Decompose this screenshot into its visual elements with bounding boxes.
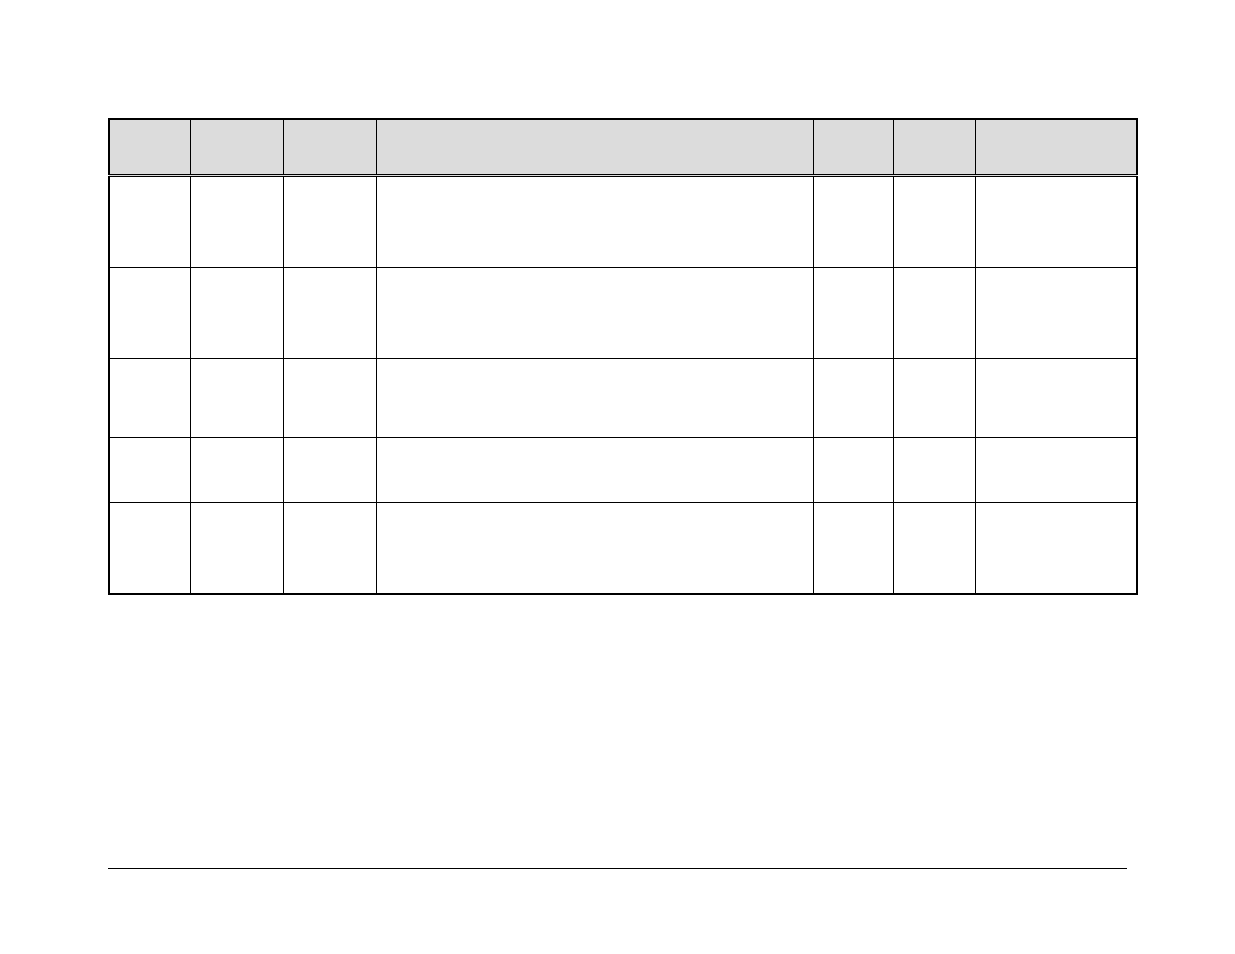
table-cell (975, 176, 1137, 268)
table-row (109, 359, 1137, 438)
table-header-cell (109, 119, 191, 176)
table-cell (284, 359, 377, 438)
table-cell (191, 503, 284, 595)
table-cell (109, 503, 191, 595)
table-cell (191, 438, 284, 503)
table-cell (975, 503, 1137, 595)
table-cell (893, 438, 975, 503)
table-cell (893, 503, 975, 595)
table-header-cell (284, 119, 377, 176)
page (0, 0, 1235, 954)
table-cell (814, 176, 894, 268)
footer-divider (108, 868, 1127, 869)
table-row (109, 503, 1137, 595)
table-cell (814, 438, 894, 503)
table-cell (191, 176, 284, 268)
table-cell (814, 268, 894, 359)
table-container (108, 118, 1138, 595)
table-header-cell (893, 119, 975, 176)
table-cell (284, 438, 377, 503)
table-cell (376, 438, 813, 503)
table-cell (893, 268, 975, 359)
table-row (109, 438, 1137, 503)
table-cell (109, 359, 191, 438)
table-row (109, 268, 1137, 359)
table-cell (975, 438, 1137, 503)
table-cell (284, 268, 377, 359)
table-cell (191, 359, 284, 438)
table-cell (814, 359, 894, 438)
table-header-cell (814, 119, 894, 176)
table-cell (893, 359, 975, 438)
table-cell (191, 268, 284, 359)
table-header-cell (376, 119, 813, 176)
table-cell (109, 438, 191, 503)
data-table (108, 118, 1138, 595)
table-cell (893, 176, 975, 268)
table-row (109, 176, 1137, 268)
table-header-cell (191, 119, 284, 176)
table-cell (814, 503, 894, 595)
table-cell (376, 268, 813, 359)
table-header-cell (975, 119, 1137, 176)
table-cell (376, 359, 813, 438)
table-cell (376, 176, 813, 268)
table-cell (109, 176, 191, 268)
table-header-row (109, 119, 1137, 176)
table-cell (284, 503, 377, 595)
table-cell (109, 268, 191, 359)
table-cell (975, 359, 1137, 438)
table-cell (284, 176, 377, 268)
table-cell (975, 268, 1137, 359)
table-cell (376, 503, 813, 595)
